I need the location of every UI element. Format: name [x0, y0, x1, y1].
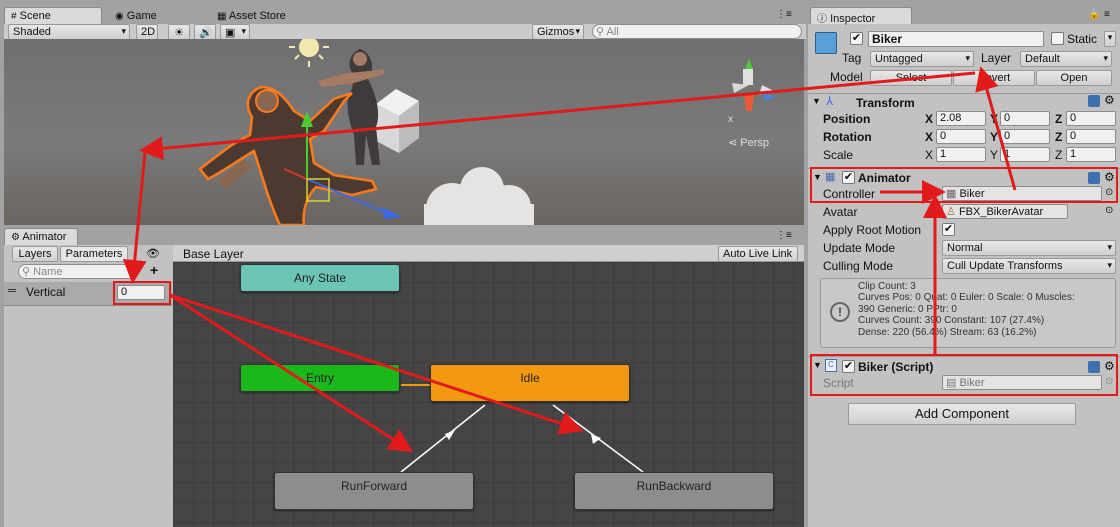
annotation-arrows — [122, 66, 1017, 453]
